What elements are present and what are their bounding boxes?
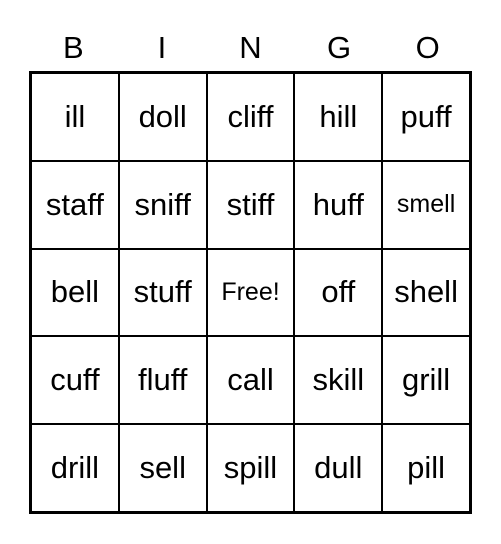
bingo-cell[interactable]: doll [118, 73, 207, 161]
bingo-cell[interactable]: stuff [118, 248, 207, 337]
bingo-cell[interactable]: cliff [206, 73, 295, 161]
bingo-cell[interactable]: fluff [118, 336, 207, 425]
bingo-cell[interactable]: dull [294, 424, 383, 512]
free-space-cell[interactable]: Free! [206, 248, 295, 337]
bingo-cell[interactable]: pill [382, 424, 470, 512]
bingo-cell[interactable]: sniff [118, 160, 207, 249]
bingo-card: ill doll cliff hill puff staff sniff sti… [29, 71, 472, 514]
header-letter-i: I [157, 30, 167, 65]
bingo-cell[interactable]: call [206, 336, 295, 425]
bingo-cell[interactable]: grill [382, 336, 470, 425]
bingo-cell[interactable]: hill [294, 73, 383, 161]
bingo-cell[interactable]: stiff [206, 160, 295, 249]
header-letter-g: G [327, 30, 352, 65]
bingo-cell[interactable]: ill [31, 73, 119, 161]
bingo-cell[interactable]: smell [382, 160, 470, 249]
header-letter-o: O [415, 30, 440, 65]
bingo-cell[interactable]: sell [118, 424, 207, 512]
bingo-cell[interactable]: off [294, 248, 383, 337]
header-letter-n: N [239, 30, 262, 65]
header-letter-b: B [62, 30, 84, 65]
bingo-cell[interactable]: skill [294, 336, 383, 425]
bingo-cell[interactable]: bell [31, 248, 119, 337]
bingo-cell[interactable]: drill [31, 424, 119, 512]
bingo-cell[interactable]: shell [382, 248, 470, 337]
bingo-cell[interactable]: spill [206, 424, 295, 512]
bingo-cell[interactable]: staff [31, 160, 119, 249]
bingo-cell[interactable]: huff [294, 160, 383, 249]
bingo-cell[interactable]: cuff [31, 336, 119, 425]
bingo-header: B I N G O [29, 28, 472, 68]
bingo-cell[interactable]: puff [382, 73, 470, 161]
